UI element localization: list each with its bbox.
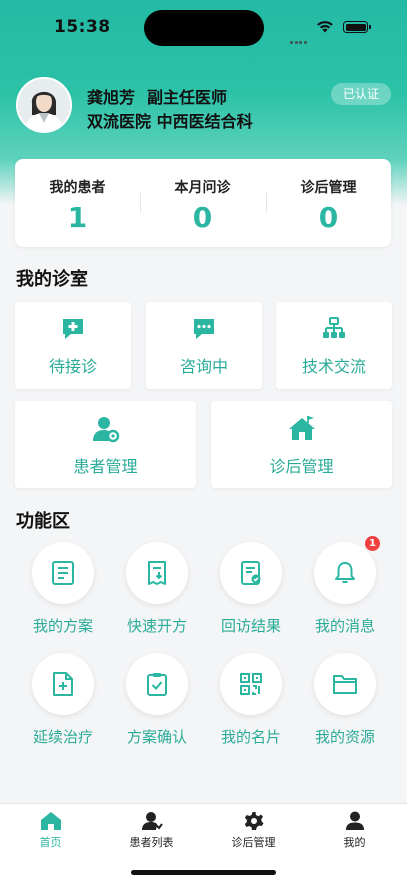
tab-home[interactable]: 首页 (0, 804, 101, 850)
func-label: 我的资源 (314, 728, 375, 746)
tab-me[interactable]: 我的 (304, 804, 405, 850)
func-follow-up-results[interactable]: 回访结果 (209, 542, 293, 636)
cellular-signal-icon (290, 29, 308, 48)
section-title-clinic: 我的诊室 (16, 269, 88, 290)
func-label: 方案确认 (126, 728, 187, 746)
tab-label: 首页 (39, 836, 62, 849)
folder-icon (333, 675, 357, 694)
notification-badge: 1 (365, 536, 380, 551)
medical-chat-icon (63, 319, 83, 339)
clipboard-check-icon (147, 673, 167, 696)
clinic-item-consulting[interactable]: 咨询中 (146, 302, 262, 389)
stat-label: 诊后管理 (300, 180, 357, 196)
status-bar: 15:38 (0, 0, 407, 56)
clinic-item-label: 待接诊 (48, 357, 97, 376)
stat-value: 1 (67, 201, 88, 234)
stat-label: 本月问诊 (174, 180, 231, 196)
battery-icon (343, 21, 371, 33)
tab-label: 我的 (343, 836, 366, 849)
chat-bubble-icon (194, 319, 214, 339)
func-quick-prescribe[interactable]: 快速开方 (115, 542, 199, 636)
stat-label: 我的患者 (49, 180, 106, 196)
func-my-card[interactable]: 我的名片 (209, 653, 293, 747)
section-title-functions: 功能区 (16, 511, 70, 532)
tab-label: 患者列表 (129, 836, 174, 849)
func-label: 快速开方 (126, 617, 187, 635)
stats-card: 我的患者 1 本月问诊 0 诊后管理 0 (15, 159, 391, 247)
func-continued-treatment[interactable]: 延续治疗 (21, 653, 105, 747)
bell-icon (335, 562, 355, 583)
hospital-department: 双流医院 中西医结合科 (87, 112, 253, 131)
clinic-item-label: 技术交流 (301, 357, 366, 376)
doctor-name: 龚旭芳 (87, 88, 136, 107)
avatar[interactable] (16, 77, 72, 133)
func-plan-confirmation[interactable]: 方案确认 (115, 653, 199, 747)
func-my-messages[interactable]: 1 我的消息 (303, 536, 387, 636)
document-check-icon (241, 561, 261, 585)
status-time: 15:38 (54, 17, 111, 37)
stat-value: 0 (192, 201, 213, 234)
person-icon (345, 811, 364, 830)
func-label: 回访结果 (220, 617, 281, 635)
clinic-item-label: 患者管理 (73, 457, 138, 476)
user-gear-icon (92, 417, 119, 443)
verified-badge[interactable]: 已认证 (331, 83, 391, 105)
document-lines-icon (52, 561, 74, 585)
clinic-item-pending[interactable]: 待接诊 (15, 302, 131, 389)
clinic-item-label: 咨询中 (179, 357, 228, 376)
func-label: 延续治疗 (32, 728, 93, 746)
doctor-name-line: 龚旭芳 副主任医师 (87, 84, 227, 108)
func-label: 我的方案 (32, 617, 93, 635)
prescription-download-icon (148, 561, 166, 585)
wifi-icon (317, 21, 333, 33)
doctor-title: 副主任医师 (147, 88, 228, 107)
stat-post-care[interactable]: 诊后管理 0 (266, 159, 391, 247)
home-icon (40, 812, 61, 830)
gear-icon (244, 812, 263, 830)
clinic-item-patient-management[interactable]: 患者管理 (15, 401, 196, 488)
stat-my-patients[interactable]: 我的患者 1 (15, 159, 140, 247)
clinic-item-tech-exchange[interactable]: 技术交流 (276, 302, 392, 389)
doctor-photo (18, 79, 70, 131)
dynamic-island (144, 10, 264, 46)
func-my-plans[interactable]: 我的方案 (21, 542, 105, 636)
qr-code-icon (240, 673, 262, 695)
tab-post-care[interactable]: 诊后管理 (203, 804, 304, 850)
tab-patient-list[interactable]: 患者列表 (101, 804, 202, 850)
stat-monthly-consults[interactable]: 本月问诊 0 (140, 159, 265, 247)
home-indicator (131, 870, 276, 875)
clinic-item-label: 诊后管理 (269, 457, 334, 476)
func-label: 我的名片 (220, 728, 281, 746)
tab-label: 诊后管理 (231, 836, 276, 849)
house-flag-icon (288, 416, 315, 440)
func-my-resources[interactable]: 我的资源 (303, 653, 387, 747)
clinic-item-post-care[interactable]: 诊后管理 (211, 401, 392, 488)
func-label: 我的消息 (314, 617, 375, 635)
org-chart-icon (323, 317, 345, 338)
stat-value: 0 (318, 201, 339, 234)
patient-icon (141, 812, 163, 830)
document-plus-icon (53, 672, 73, 696)
